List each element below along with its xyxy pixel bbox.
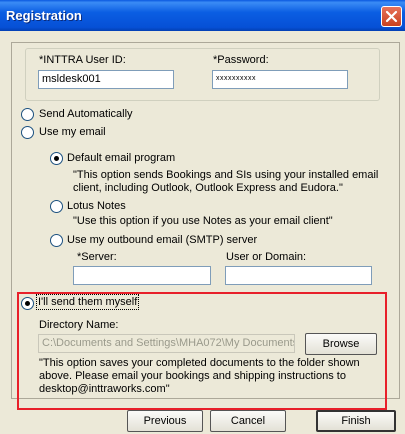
- password-label: *Password:: [213, 54, 269, 66]
- send-myself-label[interactable]: I'll send them myself: [35, 294, 140, 310]
- default-email-desc-line-1: "This option sends Bookings and SIs usin…: [73, 169, 379, 181]
- user-id-label: *INTTRA User ID:: [39, 54, 126, 66]
- use-my-email-label[interactable]: Use my email: [39, 126, 106, 138]
- user-id-field[interactable]: msldesk001: [38, 70, 174, 89]
- smtp-radio[interactable]: [50, 234, 63, 247]
- smtp-label[interactable]: Use my outbound email (SMTP) server: [67, 234, 257, 246]
- close-icon: [385, 10, 398, 23]
- send-myself-desc-line-3: desktop@inttraworks.com": [39, 383, 170, 395]
- lotus-notes-desc: "Use this option if you use Notes as you…: [73, 215, 333, 227]
- previous-button[interactable]: Previous: [127, 410, 203, 432]
- finish-button[interactable]: Finish: [316, 410, 396, 432]
- send-automatically-label[interactable]: Send Automatically: [39, 108, 133, 120]
- default-email-program-label[interactable]: Default email program: [67, 152, 175, 164]
- user-domain-label: User or Domain:: [226, 251, 307, 263]
- directory-name-field[interactable]: C:\Documents and Settings\MHA072\My Docu…: [38, 334, 295, 353]
- title-bar: Registration: [0, 0, 405, 31]
- default-email-desc-line-2: client, including Outlook, Outlook Expre…: [73, 182, 343, 194]
- cancel-button[interactable]: Cancel: [210, 410, 286, 432]
- server-field[interactable]: [73, 266, 211, 285]
- use-my-email-radio[interactable]: [21, 126, 34, 139]
- browse-button[interactable]: Browse: [305, 333, 377, 355]
- window-title: Registration: [6, 8, 82, 23]
- close-button[interactable]: [381, 6, 402, 27]
- user-domain-field[interactable]: [225, 266, 372, 285]
- directory-name-label: Directory Name:: [39, 319, 119, 331]
- send-automatically-radio[interactable]: [21, 108, 34, 121]
- send-myself-desc-line-1: "This option saves your completed docume…: [39, 357, 360, 369]
- send-myself-desc-line-2: above. Please email your bookings and sh…: [39, 370, 346, 382]
- password-field[interactable]: xxxxxxxxxx: [212, 70, 348, 89]
- server-label: *Server:: [77, 251, 117, 263]
- lotus-notes-label[interactable]: Lotus Notes: [67, 200, 126, 212]
- default-email-program-radio[interactable]: [50, 152, 63, 165]
- send-myself-radio[interactable]: [21, 297, 34, 310]
- lotus-notes-radio[interactable]: [50, 200, 63, 213]
